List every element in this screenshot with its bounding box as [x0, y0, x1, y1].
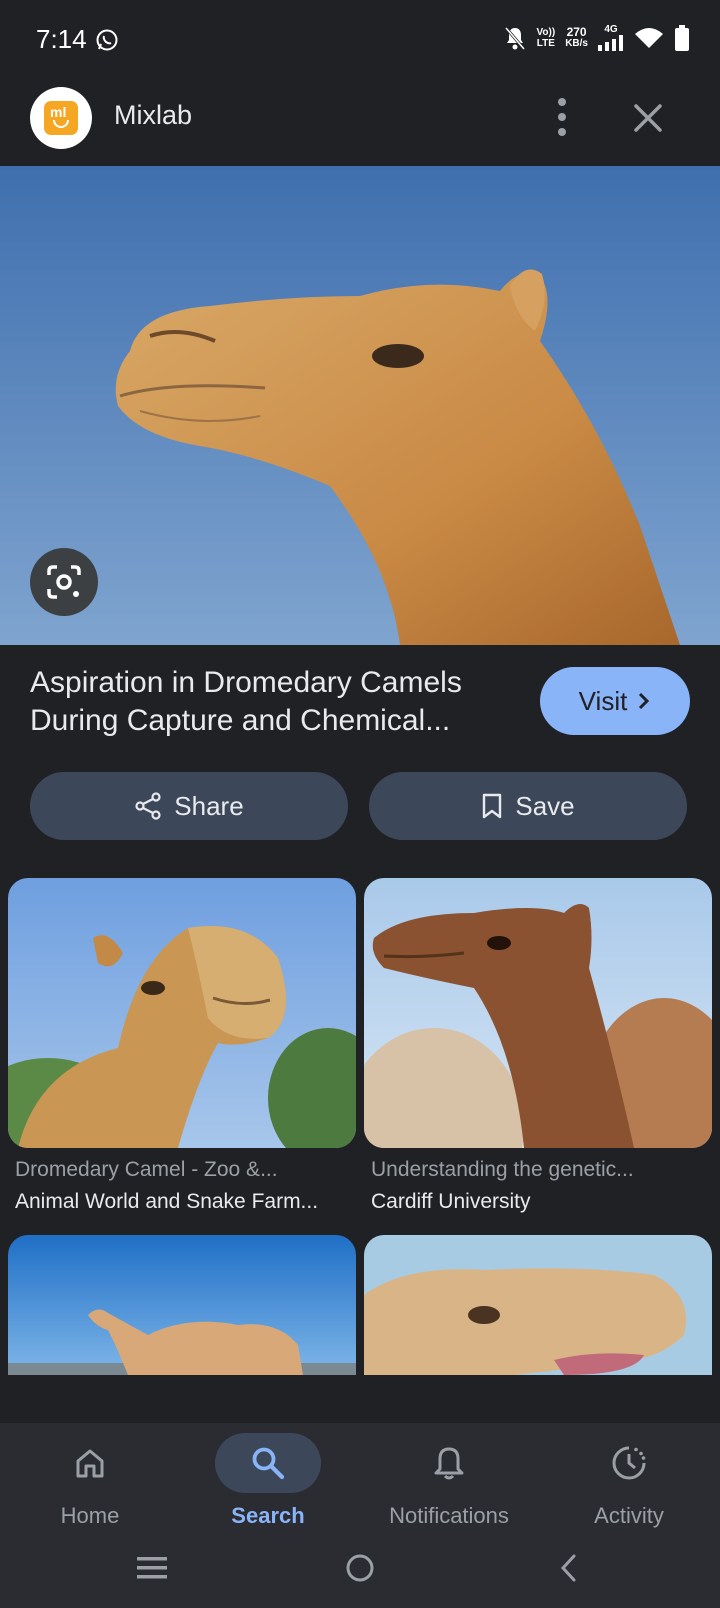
save-label: Save — [515, 790, 575, 821]
related-title: Understanding the genetic... — [371, 1158, 634, 1181]
related-title: Dromedary Camel - Zoo &... — [15, 1158, 278, 1181]
nav-activity-pill — [576, 1433, 682, 1493]
network-type: 4G — [604, 24, 618, 35]
bell-icon — [434, 1447, 464, 1480]
related-source: Cardiff University — [371, 1190, 531, 1213]
related-source: Animal World and Snake Farm... — [15, 1190, 319, 1213]
related-card[interactable] — [364, 1235, 712, 1375]
speed-value: 270 — [566, 24, 587, 39]
nav-search[interactable]: Search — [178, 1423, 358, 1543]
network-speed: 270 KB/s — [565, 24, 588, 49]
nav-search-label: Search — [231, 1503, 305, 1528]
signal-icon — [598, 35, 623, 51]
close-icon[interactable] — [628, 98, 668, 138]
nav-home-label: Home — [60, 1503, 120, 1528]
related-image — [364, 1235, 712, 1375]
bookmark-icon — [483, 793, 502, 819]
related-card[interactable]: Dromedary Camel - Zoo &... Animal World … — [8, 878, 356, 1214]
related-image — [8, 878, 356, 1148]
visit-label: Visit — [578, 685, 628, 716]
volte-indicator: Vo)) LTE — [537, 27, 556, 49]
volte-top-text: Vo)) — [536, 26, 556, 38]
camel-photo — [0, 166, 720, 645]
back-button[interactable] — [546, 1545, 590, 1590]
mixlab-logo-icon: ml — [44, 101, 78, 135]
nav-notifications[interactable]: Notifications — [359, 1423, 539, 1543]
search-icon — [252, 1447, 285, 1480]
lens-icon — [47, 565, 81, 599]
home-system-button[interactable] — [338, 1545, 382, 1590]
back-icon — [560, 1554, 576, 1581]
google-lens-button[interactable] — [30, 548, 98, 616]
whatsapp-icon — [96, 29, 118, 51]
volte-bottom-text: LTE — [536, 37, 555, 49]
nav-activity-label: Activity — [594, 1503, 664, 1528]
share-icon — [135, 792, 161, 820]
mute-icon — [504, 26, 525, 50]
nav-activity[interactable]: Activity — [539, 1423, 719, 1543]
activity-icon — [612, 1446, 646, 1480]
nav-notifications-pill — [396, 1433, 502, 1493]
app-title: Mixlab — [114, 100, 193, 130]
nav-home-pill — [37, 1433, 143, 1493]
app-avatar[interactable]: ml — [30, 87, 92, 149]
share-button[interactable]: Share — [30, 772, 348, 840]
save-button[interactable]: Save — [369, 772, 687, 840]
related-image — [8, 1235, 356, 1375]
wifi-icon — [635, 27, 663, 48]
result-title[interactable]: Aspiration in Dromedary Camels During Ca… — [30, 664, 510, 740]
status-time: 7:14 — [36, 24, 87, 54]
signal-indicator: 4G — [598, 24, 624, 51]
avatar-text: ml — [50, 104, 67, 120]
related-card[interactable] — [8, 1235, 356, 1375]
bottom-navigation: Home Search Notifications Activity — [0, 1423, 720, 1608]
visit-button[interactable]: Visit — [540, 667, 690, 735]
home-icon — [76, 1449, 104, 1478]
more-options-icon[interactable] — [546, 94, 578, 140]
related-card[interactable]: Understanding the genetic... Cardiff Uni… — [364, 878, 712, 1214]
nav-search-pill — [215, 1433, 321, 1493]
status-bar: 7:14 Vo)) LTE 270 KB/s 4G — [0, 0, 720, 80]
circle-home-icon — [346, 1554, 374, 1581]
hero-image[interactable] — [0, 166, 720, 645]
nav-home[interactable]: Home — [0, 1423, 180, 1543]
menu-icon — [137, 1556, 167, 1578]
recent-apps-button[interactable] — [130, 1545, 174, 1590]
speed-unit: KB/s — [565, 37, 588, 49]
nav-notifications-label: Notifications — [389, 1503, 509, 1528]
share-label: Share — [174, 790, 244, 821]
related-image — [364, 878, 712, 1148]
battery-icon — [675, 24, 689, 51]
app-header: ml Mixlab — [0, 80, 720, 166]
chevron-right-icon — [639, 692, 650, 710]
